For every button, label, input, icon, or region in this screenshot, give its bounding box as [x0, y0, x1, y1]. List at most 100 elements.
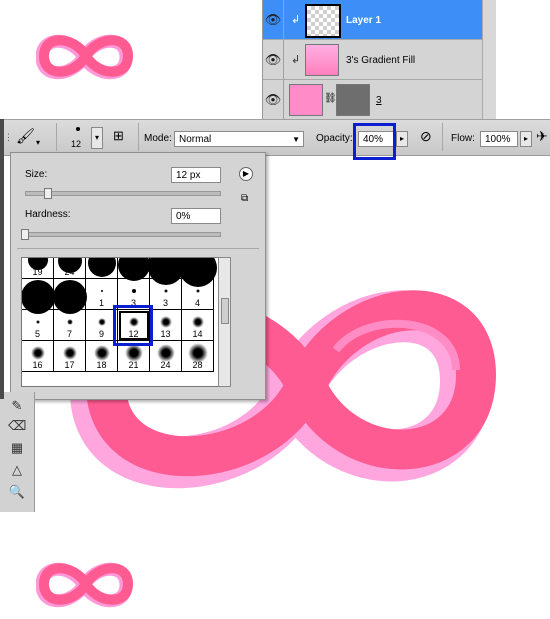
brush-grid-scrollbar[interactable]: [218, 257, 231, 387]
brush-preset-cell[interactable]: 28: [86, 258, 118, 279]
brush-preset-picker: Size: 12 px ▶ ⧉ Hardness: 0% 19 24 28 32 36 3…: [10, 152, 266, 400]
hardness-slider-thumb[interactable]: [21, 229, 29, 240]
brush-preset-cell[interactable]: 36: [147, 258, 184, 285]
brush-picker-dropdown-button[interactable]: ▾: [91, 127, 103, 149]
brush-tip-preview: [93, 345, 110, 361]
brush-preset-cell[interactable]: 3: [150, 279, 182, 310]
separator: [17, 248, 259, 249]
brush-tool-icon[interactable]: ✎: [8, 398, 26, 414]
brush-tip-preview: [100, 290, 103, 292]
brush-preset-cell[interactable]: 4: [182, 279, 214, 310]
brush-icon[interactable]: 🖌: [16, 127, 35, 145]
brush-tip-preview: [191, 316, 204, 328]
airbrush-icon[interactable]: ✈: [536, 128, 548, 145]
brush-preset-cell[interactable]: 16: [22, 341, 54, 372]
mode-select[interactable]: Normal ▼: [174, 131, 304, 147]
blur-tool-icon[interactable]: △: [8, 462, 26, 478]
clipping-arrow-icon: ↲: [291, 14, 301, 26]
tool-options-bar: ⋮ 🖌 ▾ 12 ▾ ⊞ Mode: Normal ▼ Opacity: 40%…: [0, 119, 550, 156]
layer-row-layer-1[interactable]: 👁 ↲ Layer 1: [263, 0, 484, 40]
brush-tip-preview: [22, 280, 55, 314]
brush-preset-size: 17: [64, 360, 75, 370]
gradient-tool-icon[interactable]: ▦: [8, 440, 26, 456]
brush-preset-size: 24: [160, 360, 171, 370]
chevron-down-icon: ▼: [292, 135, 300, 144]
brush-preset-size: 48: [32, 298, 43, 308]
hardness-slider-track[interactable]: [25, 232, 221, 237]
eye-icon[interactable]: 👁: [263, 0, 284, 39]
brush-preset-size: 32: [128, 267, 139, 277]
mode-label: Mode:: [144, 133, 172, 144]
flow-slider-button[interactable]: ▸: [520, 131, 532, 147]
separator: [442, 123, 443, 151]
brush-tip-preview: [30, 346, 45, 360]
dodge-tool-icon[interactable]: 🔍: [8, 484, 26, 500]
brush-preset-grid[interactable]: 19 24 28 32 36 38 48 60 1 3 3 4 5 7 9 12 13 14 16 17 18 21 24 2…: [21, 257, 220, 387]
layers-panel: 👁 ↲ Layer 1 👁 ↲ 3's Gradient Fill 👁 ⛓ 3: [262, 0, 496, 120]
eye-icon[interactable]: 👁: [263, 80, 284, 119]
brush-preset-cell[interactable]: 12: [113, 305, 153, 346]
brush-preset-size: 13: [160, 329, 171, 339]
eraser-tool-icon[interactable]: ⌫: [8, 418, 26, 434]
scrollbar-thumb[interactable]: [221, 298, 229, 324]
brush-preset-size: 24: [64, 267, 75, 277]
size-slider-track[interactable]: [25, 191, 221, 196]
brush-preset-cell[interactable]: 7: [54, 310, 86, 341]
brush-panel-toggle-icon[interactable]: ⊞: [113, 128, 124, 144]
brush-preset-size: 4: [194, 298, 200, 308]
brush-preset-cell[interactable]: 19: [22, 258, 54, 279]
panel-edge: [0, 119, 4, 399]
layer-row-gradient-fill[interactable]: 👁 ↲ 3's Gradient Fill: [263, 40, 484, 80]
brush-tip-preview: [66, 319, 73, 325]
brush-preset-cell[interactable]: 48: [22, 279, 55, 314]
layer-thumbnail: [305, 44, 339, 76]
opacity-label: Opacity:: [316, 133, 353, 144]
picker-menu-icon[interactable]: ▶: [239, 167, 253, 181]
brush-preset-size: 18: [96, 360, 107, 370]
brush-preset-size: 7: [66, 329, 72, 339]
brush-preset-cell[interactable]: 60: [52, 279, 87, 314]
brush-tip-preview: [97, 318, 106, 326]
layer-name: 3's Gradient Fill: [346, 55, 416, 66]
brush-preset-size: 28: [192, 360, 203, 370]
size-slider-thumb[interactable]: [44, 188, 53, 199]
tools-panel: ✎ ⌫ ▦ △ 🔍: [0, 392, 35, 512]
brush-tip-preview: [52, 280, 87, 314]
brush-preset-size: 3: [162, 298, 168, 308]
brush-tip-preview: [131, 289, 136, 293]
brush-preset-cell[interactable]: 32: [117, 258, 150, 281]
save-preset-icon[interactable]: ⧉: [241, 193, 248, 204]
brush-preview-dot[interactable]: [76, 127, 80, 131]
mode-value: Normal: [179, 134, 212, 145]
layers-scrollbar[interactable]: [482, 0, 496, 119]
layer-row-3[interactable]: 👁 ⛓ 3: [263, 80, 484, 120]
brush-preset-cell[interactable]: 14: [182, 310, 214, 341]
brush-preset-size: 16: [32, 360, 43, 370]
brush-preset-size: 60: [64, 298, 75, 308]
layer-mask-thumbnail[interactable]: [336, 84, 370, 116]
grip-icon: ⋮: [4, 132, 13, 142]
chain-link-icon[interactable]: ⛓: [324, 93, 337, 104]
brush-preset-size: 14: [192, 329, 203, 339]
brush-preset-cell[interactable]: 24: [150, 341, 182, 372]
brush-preset-cell[interactable]: 5: [22, 310, 54, 341]
separator: [138, 123, 139, 151]
brush-preset-cell[interactable]: 24: [54, 258, 86, 279]
brush-preset-cell[interactable]: 28: [182, 341, 214, 372]
size-input[interactable]: 12 px: [171, 167, 221, 183]
hardness-input[interactable]: 0%: [171, 208, 221, 224]
brush-preset-cell[interactable]: 13: [150, 310, 182, 341]
clipping-arrow-icon: ↲: [291, 54, 301, 66]
brush-preset-cell[interactable]: 17: [54, 341, 86, 372]
brush-size-label: 12: [71, 139, 82, 149]
opacity-highlight-box: [353, 123, 396, 160]
brush-tip-preview: [163, 289, 168, 293]
brush-tip-preview: [35, 320, 40, 324]
opacity-slider-button[interactable]: ▸: [396, 131, 408, 147]
flow-label: Flow:: [451, 133, 475, 144]
eye-icon[interactable]: 👁: [263, 40, 284, 79]
brush-preset-cell[interactable]: 38: [178, 258, 217, 287]
flow-input[interactable]: 100%: [480, 131, 518, 147]
tablet-pressure-opacity-icon[interactable]: ⊘: [420, 128, 432, 145]
chevron-down-icon[interactable]: ▾: [36, 138, 40, 147]
